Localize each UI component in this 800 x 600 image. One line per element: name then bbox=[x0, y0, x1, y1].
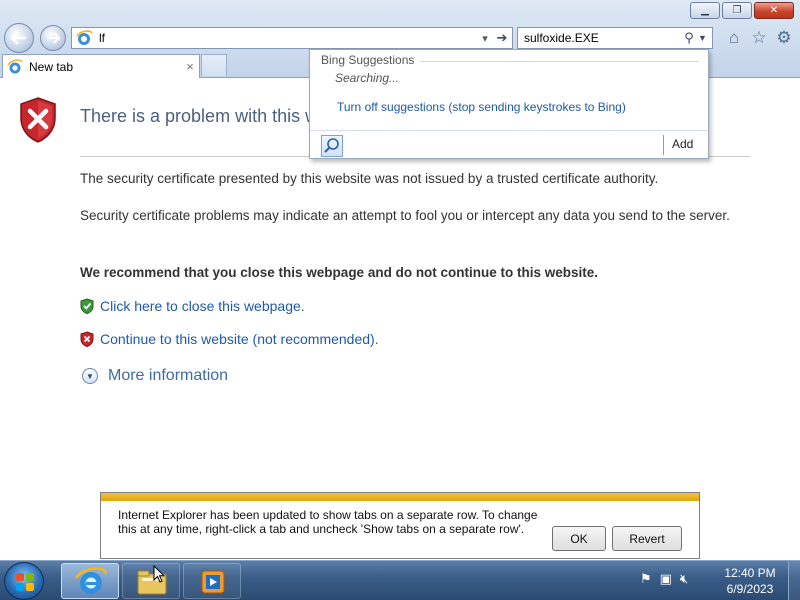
taskbar-windows-explorer[interactable] bbox=[122, 563, 180, 599]
search-dropdown-icon[interactable]: ▼ bbox=[698, 33, 712, 43]
notification-stripe bbox=[101, 493, 699, 501]
continue-row: Continue to this website (not recommende… bbox=[80, 331, 379, 347]
restore-button[interactable]: ❐ bbox=[722, 2, 752, 19]
red-shield-icon bbox=[80, 331, 94, 347]
revert-button[interactable]: Revert bbox=[612, 526, 682, 551]
go-arrow-icon[interactable]: ➔ bbox=[492, 30, 512, 46]
notification-message: Internet Explorer has been updated to sh… bbox=[118, 508, 538, 536]
media-player-icon bbox=[201, 570, 225, 594]
clock-time: 12:40 PM bbox=[724, 566, 776, 580]
internet-explorer-icon bbox=[74, 567, 108, 594]
gear-icon[interactable]: ⚙ bbox=[774, 28, 794, 48]
close-webpage-link[interactable]: Click here to close this webpage. bbox=[100, 298, 305, 314]
clock-date: 6/9/2023 bbox=[726, 582, 774, 596]
taskbar: ⚑ ▣ 🔇︎ 12:40 PM 6/9/2023 bbox=[0, 560, 800, 600]
certificate-message: The security certificate presented by th… bbox=[80, 171, 659, 186]
network-icon[interactable]: ▣ bbox=[660, 571, 672, 587]
back-button[interactable] bbox=[4, 23, 34, 53]
suggestions-status: Searching... bbox=[335, 71, 400, 85]
expand-chevron-icon: ▼ bbox=[82, 368, 98, 384]
action-center-flag-icon[interactable]: ⚑ bbox=[640, 571, 652, 587]
tab-label: New tab bbox=[29, 59, 74, 74]
ie-tab-icon bbox=[7, 58, 23, 73]
add-provider-button[interactable]: Add bbox=[672, 137, 693, 151]
system-clock[interactable]: 12:40 PM 6/9/2023 bbox=[718, 565, 782, 597]
notification-bar: Internet Explorer has been updated to sh… bbox=[100, 492, 700, 559]
certificate-warning: Security certificate problems may indica… bbox=[80, 208, 730, 223]
search-provider-icon[interactable] bbox=[321, 135, 343, 157]
footer-separator bbox=[663, 135, 664, 155]
mouse-cursor-icon bbox=[153, 565, 165, 583]
error-shield-icon bbox=[20, 97, 56, 143]
search-box[interactable]: sulfoxide.EXE ⚲ ▼ bbox=[517, 27, 713, 49]
search-suggestions-dropdown: Bing Suggestions Searching... Turn off s… bbox=[309, 49, 709, 159]
search-icon[interactable]: ⚲ bbox=[680, 30, 698, 46]
more-information-label: More information bbox=[108, 367, 229, 384]
turn-off-suggestions-link[interactable]: Turn off suggestions (stop sending keyst… bbox=[337, 100, 626, 114]
forward-button[interactable] bbox=[40, 25, 66, 51]
continue-website-link[interactable]: Continue to this website (not recommende… bbox=[100, 331, 379, 347]
more-information-toggle[interactable]: ▼ More information bbox=[82, 367, 228, 385]
tab-close-icon[interactable]: × bbox=[181, 59, 199, 74]
recommendation-text: We recommend that you close this webpage… bbox=[80, 265, 599, 280]
system-tray: ⚑ ▣ 🔇︎ bbox=[640, 571, 688, 587]
suggestions-header: Bing Suggestions bbox=[321, 53, 699, 67]
show-desktop-button[interactable] bbox=[788, 561, 800, 600]
address-dropdown-icon[interactable]: ▾ bbox=[478, 32, 492, 45]
command-icons: ⌂ ☆ ⚙ bbox=[724, 28, 794, 48]
ok-button[interactable]: OK bbox=[552, 526, 606, 551]
close-page-row: Click here to close this webpage. bbox=[80, 298, 305, 314]
windows-logo-icon bbox=[16, 573, 34, 591]
address-bar[interactable]: lf ▾ ➔ bbox=[71, 27, 513, 49]
close-window-button[interactable]: ✕ bbox=[754, 2, 794, 19]
page-title: There is a problem with this w bbox=[80, 106, 319, 126]
back-arrow-icon bbox=[11, 31, 26, 45]
taskbar-media-player[interactable] bbox=[183, 563, 241, 599]
start-button[interactable] bbox=[4, 562, 44, 600]
window-controls: ▁ ❐ ✕ bbox=[690, 2, 794, 19]
ie-page-icon bbox=[76, 30, 93, 45]
new-tab-button[interactable] bbox=[201, 54, 227, 76]
search-input[interactable]: sulfoxide.EXE bbox=[524, 31, 680, 45]
home-icon[interactable]: ⌂ bbox=[724, 28, 744, 48]
suggestions-header-rule bbox=[420, 60, 699, 62]
green-shield-icon bbox=[80, 298, 94, 314]
taskbar-internet-explorer[interactable] bbox=[61, 563, 119, 599]
address-input[interactable]: lf bbox=[99, 31, 478, 45]
star-icon[interactable]: ☆ bbox=[749, 28, 769, 48]
volume-muted-icon[interactable]: 🔇︎ bbox=[680, 571, 688, 587]
suggestions-footer: Add bbox=[310, 130, 708, 158]
forward-arrow-icon bbox=[47, 32, 60, 44]
suggestions-header-label: Bing Suggestions bbox=[321, 53, 415, 67]
minimize-button[interactable]: ▁ bbox=[690, 2, 720, 19]
tab-new-tab[interactable]: New tab × bbox=[2, 54, 200, 78]
folder-icon bbox=[137, 570, 167, 595]
